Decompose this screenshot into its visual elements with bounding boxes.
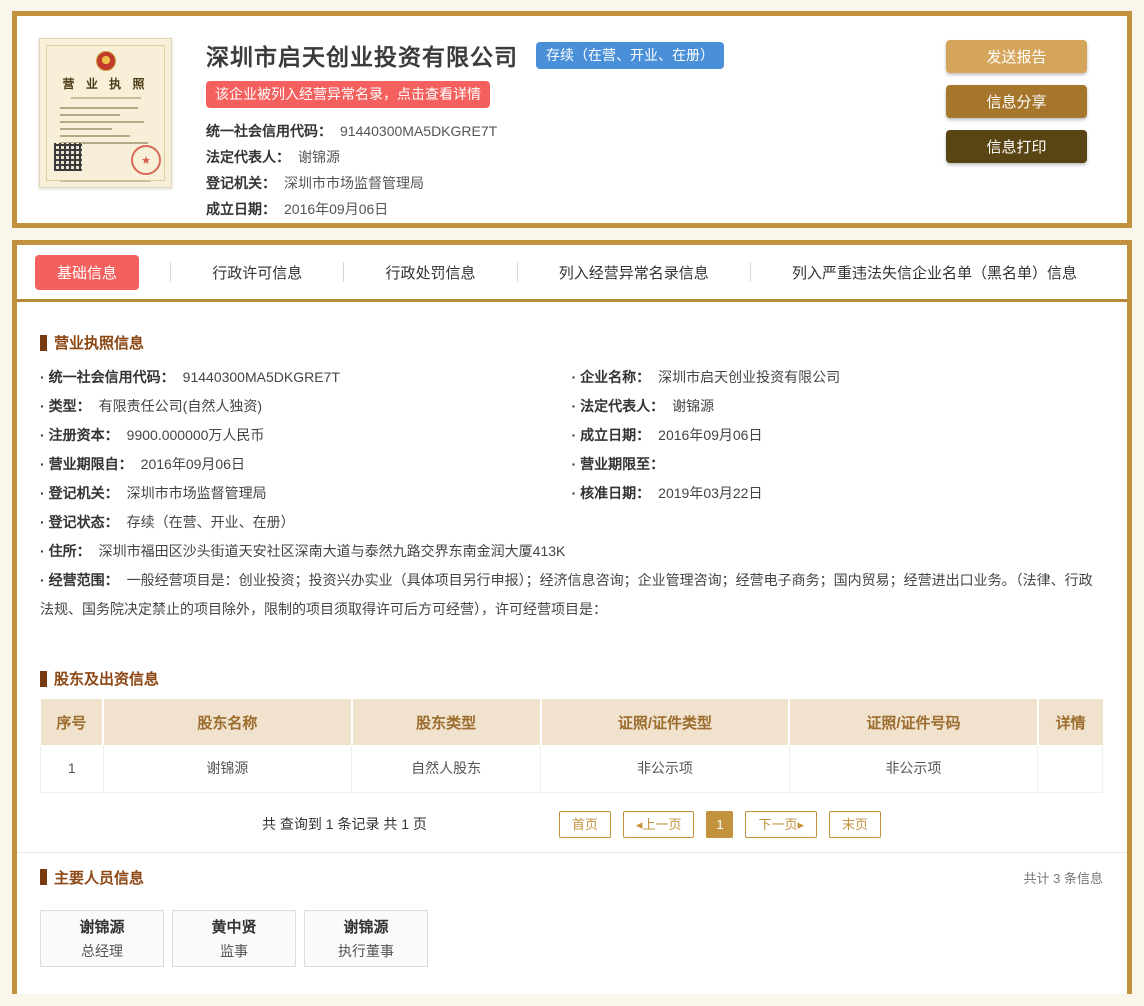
- license-qr-code: [54, 143, 82, 171]
- person-card: 黄中贤 监事: [172, 909, 296, 967]
- section-marker-icon: [40, 670, 47, 687]
- abnormal-operation-warning-link[interactable]: 该企业被列入经营异常名录，点击查看详情: [206, 81, 490, 108]
- person-card: 谢锦源 执行董事: [304, 909, 428, 967]
- section-title-license-info: 营业执照信息: [40, 332, 1103, 353]
- section-title-key-people: 主要人员信息: [40, 867, 144, 888]
- field-term-to: 营业期限至：: [572, 450, 1104, 479]
- field-legal-rep: 法定代表人：谢锦源: [572, 392, 1104, 421]
- key-people-list: 谢锦源 总经理 黄中贤 监事 谢锦源 执行董事: [40, 909, 1103, 967]
- status-badge: 存续（在营、开业、在册）: [536, 41, 724, 69]
- person-card: 谢锦源 总经理: [40, 909, 164, 967]
- tab-admin-license[interactable]: 行政许可信息: [202, 256, 312, 289]
- share-info-button[interactable]: 信息分享: [946, 85, 1087, 118]
- header-field-credit-code: 统一社会信用代码： 91440300MA5DKGRE7T: [206, 123, 498, 139]
- col-type: 股东类型: [351, 699, 542, 745]
- field-registered-capital: 注册资本：9900.000000万人民币: [40, 421, 572, 450]
- section-marker-icon: [40, 869, 47, 885]
- section-divider: [17, 851, 1127, 853]
- company-header-panel: 营 业 执 照 ★ 深圳市启天创业投资有限公司 存续（在营、开业、在册） 该企业…: [12, 11, 1132, 228]
- field-term-from: 营业期限自：2016年09月06日: [40, 450, 572, 479]
- main-info-panel: 基础信息 行政许可信息 行政处罚信息 列入经营异常名录信息 列入严重违法失信企业…: [12, 240, 1132, 994]
- col-name: 股东名称: [103, 699, 353, 745]
- license-detail-grid: 统一社会信用代码：91440300MA5DKGRE7T 企业名称：深圳市启天创业…: [40, 363, 1103, 624]
- business-license-image: 营 业 执 照 ★: [39, 38, 172, 188]
- field-registry-authority: 登记机关：深圳市市场监督管理局: [40, 479, 572, 508]
- page-title-company-name: 深圳市启天创业投资有限公司: [206, 44, 518, 70]
- tab-admin-penalty[interactable]: 行政处罚信息: [375, 256, 485, 289]
- tab-abnormal-operations-list[interactable]: 列入经营异常名录信息: [549, 256, 719, 289]
- header-field-registry: 登记机关： 深圳市市场监督管理局: [206, 175, 424, 191]
- table-header-row: 序号 股东名称 股东类型 证照/证件类型 证照/证件号码 详情: [40, 699, 1103, 745]
- field-approval-date: 核准日期：2019年03月22日: [572, 479, 1104, 508]
- col-cert-type: 证照/证件类型: [540, 699, 791, 745]
- record-count-text: 共 查询到 1 条记录 共 1 页: [261, 816, 427, 832]
- header-field-legal-rep: 法定代表人： 谢锦源: [206, 149, 340, 165]
- license-red-seal-icon: ★: [131, 145, 161, 175]
- field-established-date: 成立日期：2016年09月06日: [572, 421, 1104, 450]
- table-row: 1 谢锦源 自然人股东 非公示项 非公示项: [40, 745, 1103, 793]
- field-business-scope: 经营范围：一般经营项目是：创业投资；投资兴办实业（具体项目另行申报）；经济信息咨…: [40, 566, 1103, 624]
- header-field-established: 成立日期： 2016年09月06日: [206, 201, 389, 217]
- national-emblem-icon: [95, 51, 116, 71]
- tab-basic-info[interactable]: 基础信息: [35, 254, 140, 290]
- field-registration-status: 登记状态：存续（在营、开业、在册）: [40, 508, 572, 537]
- col-cert-number: 证照/证件号码: [789, 699, 1039, 745]
- col-detail: 详情: [1037, 699, 1103, 745]
- current-page-button[interactable]: 1: [706, 810, 734, 838]
- field-company-name: 企业名称：深圳市启天创业投资有限公司: [572, 363, 1104, 392]
- next-page-button[interactable]: 下一页▸: [745, 810, 817, 838]
- license-subtitle-line: [70, 97, 141, 99]
- field-credit-code: 统一社会信用代码：91440300MA5DKGRE7T: [40, 363, 572, 392]
- first-page-button[interactable]: 首页: [558, 810, 611, 838]
- send-report-button[interactable]: 发送报告: [946, 40, 1087, 73]
- section-title-shareholders: 股东及出资信息: [40, 668, 1103, 689]
- pagination: 共 查询到 1 条记录 共 1 页 首页 ◂上一页 1 下一页▸ 末页: [40, 810, 1103, 838]
- field-address: 住所：深圳市福田区沙头街道天安社区深南大道与泰然九路交界东南金润大厦413K: [40, 537, 1103, 566]
- license-title: 营 业 执 照: [62, 77, 149, 91]
- print-info-button[interactable]: 信息打印: [946, 130, 1087, 163]
- prev-page-button[interactable]: ◂上一页: [622, 810, 695, 838]
- section-marker-icon: [40, 334, 47, 351]
- people-count-text: 共计 3 条信息: [1023, 870, 1103, 886]
- last-page-button[interactable]: 末页: [828, 810, 881, 838]
- shareholders-table: 序号 股东名称 股东类型 证照/证件类型 证照/证件号码 详情 1 谢锦源 自然…: [40, 699, 1103, 793]
- tab-bar: 基础信息 行政许可信息 行政处罚信息 列入经营异常名录信息 列入严重违法失信企业…: [17, 245, 1127, 302]
- tab-blacklist[interactable]: 列入严重违法失信企业名单（黑名单）信息: [782, 256, 1087, 289]
- field-company-type: 类型：有限责任公司(自然人独资): [40, 392, 572, 421]
- col-index: 序号: [40, 699, 105, 745]
